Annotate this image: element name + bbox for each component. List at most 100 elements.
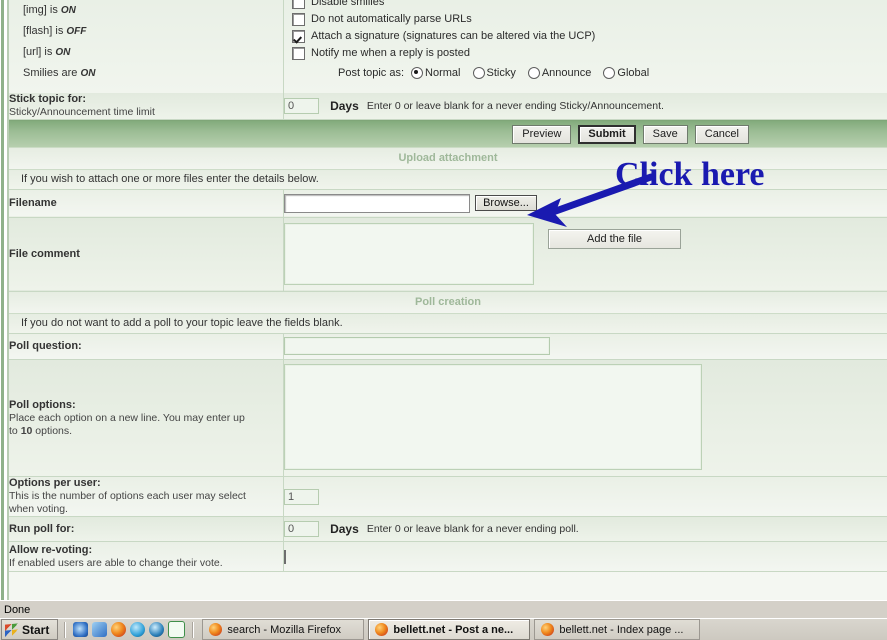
checkbox-label: Do not automatically parse URLs <box>311 13 472 25</box>
cancel-button[interactable]: Cancel <box>695 125 749 144</box>
radio-normal[interactable] <box>411 67 423 79</box>
radio-announce[interactable] <box>528 67 540 79</box>
table-row-filename: Filename Browse... <box>9 190 887 217</box>
taskbar-divider <box>192 622 194 638</box>
poll-options-label-cell: Poll options: Place each option on a new… <box>9 360 284 477</box>
taskbar-window-index-page[interactable]: bellett.net - Index page ... <box>534 619 700 640</box>
post-topic-as-label: Post topic as: <box>338 67 404 79</box>
table-row-poll-question: Poll question: <box>9 334 887 360</box>
bbcode-status-line: [img] is ON <box>9 0 283 21</box>
days-label: Days <box>330 99 359 113</box>
start-button[interactable]: Start <box>1 619 58 640</box>
checkbox-notify-reply[interactable] <box>292 47 305 60</box>
checkbox-row-disable-smilies[interactable]: Disable smilies <box>284 0 887 10</box>
excel-icon[interactable] <box>168 621 185 638</box>
file-comment-textarea[interactable] <box>284 223 534 285</box>
quicktime-icon[interactable] <box>149 622 164 637</box>
show-desktop-icon[interactable] <box>92 622 107 637</box>
checkbox-label: Attach a signature (signatures can be al… <box>311 30 595 42</box>
checkbox-row-attach-signature[interactable]: Attach a signature (signatures can be al… <box>284 28 887 44</box>
poll-options-textarea[interactable] <box>284 364 702 470</box>
radio-label-announce: Announce <box>542 67 592 79</box>
form-frame: Stick topic for: Sticky/Announcement tim… <box>9 93 887 600</box>
poll-question-label-cell: Poll question: <box>9 334 284 360</box>
options-per-user-value-cell: 1 <box>284 477 887 517</box>
poll-creation-table: Poll question: Poll options: Place each … <box>9 334 887 573</box>
firefox-icon <box>375 623 388 636</box>
bbcode-status-line: [url] is ON <box>9 42 283 63</box>
add-the-file-button[interactable]: Add the file <box>548 229 681 249</box>
radio-label-global: Global <box>617 67 649 79</box>
submit-button[interactable]: Submit <box>578 125 635 144</box>
bbcode-status-line: [flash] is OFF <box>9 21 283 42</box>
poll-question-label: Poll question: <box>9 340 283 353</box>
filename-value-cell: Browse... <box>284 190 887 217</box>
poll-creation-header: Poll creation <box>9 292 887 314</box>
file-comment-value-cell: Add the file <box>284 217 887 291</box>
poll-options-sub-line-2: to 10 options. <box>9 425 283 438</box>
poll-options-max: 10 <box>21 425 33 437</box>
preview-button[interactable]: Preview <box>512 125 571 144</box>
filename-input[interactable] <box>284 194 470 213</box>
stick-topic-label-cell: Stick topic for: Sticky/Announcement tim… <box>9 93 284 120</box>
poll-question-value-cell <box>284 334 887 360</box>
allow-revoting-sub: If enabled users are able to change thei… <box>9 557 283 570</box>
poll-question-input[interactable] <box>284 337 550 355</box>
taskbar-window-search-firefox[interactable]: search - Mozilla Firefox <box>202 619 364 640</box>
checkbox-row-notify-reply[interactable]: Notify me when a reply is posted <box>284 45 887 61</box>
checkbox-disable-smilies[interactable] <box>292 0 305 9</box>
checkbox-do-not-parse-urls[interactable] <box>292 13 305 26</box>
bbcode-state: OFF <box>66 26 86 37</box>
poll-options-label: Poll options: <box>9 399 283 412</box>
checkbox-attach-signature[interactable] <box>292 30 305 43</box>
checkbox-allow-revoting[interactable] <box>284 550 286 564</box>
run-poll-hint: Enter 0 or leave blank for a never endin… <box>367 523 579 535</box>
bbcode-status-line: Smilies are ON <box>9 63 283 84</box>
browse-button[interactable]: Browse... <box>475 195 537 211</box>
allow-revoting-label: Allow re-voting: <box>9 544 283 557</box>
windows-taskbar: Start search - Mozilla Firefox bellett.n… <box>0 618 887 640</box>
taskbar-divider <box>64 622 66 638</box>
table-row-stick-topic: Stick topic for: Sticky/Announcement tim… <box>9 93 887 120</box>
form-action-bar: Preview Submit Save Cancel <box>9 120 887 148</box>
upload-attachment-table: Filename Browse... File comment Add the … <box>9 190 887 292</box>
save-button[interactable]: Save <box>643 125 688 144</box>
internet-explorer-icon[interactable] <box>73 622 88 637</box>
options-per-user-input[interactable]: 1 <box>284 489 319 505</box>
taskbar-window-title: bellett.net - Index page ... <box>559 624 683 636</box>
browser-status-bar: Done <box>0 600 887 618</box>
poll-options-sub-line-1: Place each option on a new line. You may… <box>9 412 283 425</box>
taskbar-window-post-a-new[interactable]: bellett.net - Post a ne... <box>368 619 530 640</box>
run-poll-label-cell: Run poll for: <box>9 517 284 542</box>
options-per-user-label: Options per user: <box>9 477 283 490</box>
table-row-options-per-user: Options per user: This is the number of … <box>9 477 887 517</box>
taskbar-window-title: bellett.net - Post a ne... <box>393 624 513 636</box>
checkbox-label: Notify me when a reply is posted <box>311 47 470 59</box>
stick-topic-sublabel: Sticky/Announcement time limit <box>9 106 283 119</box>
radio-global[interactable] <box>603 67 615 79</box>
upload-attachment-note: If you wish to attach one or more files … <box>9 170 887 190</box>
radio-label-sticky: Sticky <box>487 67 516 79</box>
post-options-block: [img] is ON [flash] is OFF [url] is ON S… <box>9 0 887 93</box>
media-player-icon[interactable] <box>130 622 145 637</box>
firefox-icon <box>209 623 222 636</box>
run-poll-days-input[interactable]: 0 <box>284 521 319 537</box>
bbcode-status-panel: [img] is ON [flash] is OFF [url] is ON S… <box>9 0 284 94</box>
stick-topic-days-input[interactable]: 0 <box>284 98 319 114</box>
checkbox-row-parse-urls[interactable]: Do not automatically parse URLs <box>284 11 887 27</box>
browser-content-viewport: [img] is ON [flash] is OFF [url] is ON S… <box>0 0 887 600</box>
start-label: Start <box>22 623 49 637</box>
bbcode-state: ON <box>61 5 76 16</box>
post-topic-as-group[interactable]: Post topic as: Normal Sticky Announce Gl… <box>284 64 887 81</box>
filename-label-cell: Filename <box>9 190 284 217</box>
allow-revoting-value-cell <box>284 542 887 572</box>
checkbox-label: Disable smilies <box>311 0 384 8</box>
table-row-allow-revoting: Allow re-voting: If enabled users are ab… <box>9 542 887 572</box>
radio-sticky[interactable] <box>473 67 485 79</box>
firefox-icon[interactable] <box>111 622 126 637</box>
options-per-user-label-cell: Options per user: This is the number of … <box>9 477 284 517</box>
table-row-file-comment: File comment Add the file <box>9 217 887 291</box>
file-comment-label-cell: File comment <box>9 217 284 291</box>
bbcode-state: ON <box>55 47 70 58</box>
poll-options-value-cell <box>284 360 887 477</box>
